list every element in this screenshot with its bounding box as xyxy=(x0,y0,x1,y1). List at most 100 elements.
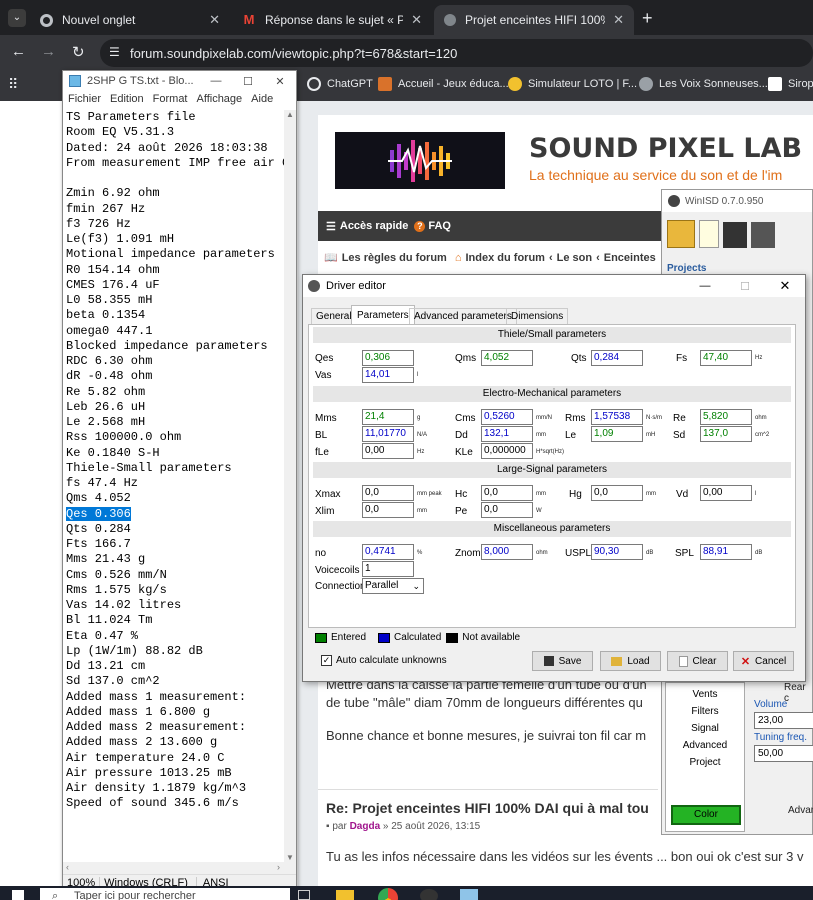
vertical-scrollbar[interactable]: ▲ ▼ xyxy=(284,110,296,862)
menu-aide[interactable]: Aide xyxy=(251,93,273,105)
notepad-taskbar-icon[interactable] xyxy=(460,889,478,900)
bookmark-item[interactable]: Accueil - Jeux éduca... xyxy=(378,77,509,91)
browser-tab-active[interactable]: Projet enceintes HIFI 100% DAI ✕ xyxy=(434,5,634,35)
text-line[interactable]: RDC 6.30 ohm xyxy=(66,354,285,369)
connection-select[interactable]: Parallel ⌄ xyxy=(362,578,424,594)
qms-field[interactable]: 4,052 xyxy=(481,350,533,366)
kle-field[interactable]: 0,000000 xyxy=(481,443,533,459)
tab-dimensions[interactable]: Dimensions xyxy=(506,308,569,324)
close-icon[interactable]: ✕ xyxy=(765,278,805,294)
nav-filters[interactable]: Filters xyxy=(666,706,744,717)
dd-field[interactable]: 132,1 xyxy=(481,426,533,442)
save-icon[interactable] xyxy=(723,222,747,248)
xmax-field[interactable]: 0,0 xyxy=(362,485,414,501)
file-explorer-icon[interactable] xyxy=(336,890,354,900)
vas-field[interactable]: 14,01 xyxy=(362,367,414,383)
text-line[interactable]: Qes 0.306 xyxy=(66,506,285,522)
text-line[interactable]: Rss 100000.0 ohm xyxy=(66,430,285,445)
color-button[interactable]: Color xyxy=(671,805,741,825)
bookmark-item[interactable]: Simulateur LOTO | F... xyxy=(508,77,637,91)
text-line[interactable]: Added mass 2 measurement: xyxy=(66,720,285,735)
text-line[interactable]: R0 154.14 ohm xyxy=(66,263,285,278)
minimize-icon[interactable]: — xyxy=(685,280,725,292)
text-line[interactable] xyxy=(66,171,285,186)
site-logo[interactable] xyxy=(335,132,505,189)
text-line[interactable]: Re 5.82 ohm xyxy=(66,385,285,400)
text-line[interactable]: TS Parameters file xyxy=(66,110,285,125)
close-icon[interactable]: ✕ xyxy=(411,12,422,28)
bookmark-item[interactable]: ChatGPT xyxy=(307,77,373,91)
apps-icon[interactable]: ⠿ xyxy=(8,76,18,93)
minimize-icon[interactable]: — xyxy=(200,75,232,87)
rms-field[interactable]: 1,57538 xyxy=(591,409,643,425)
close-icon[interactable]: ✕ xyxy=(613,12,624,28)
hg-field[interactable]: 0,0 xyxy=(591,485,643,501)
text-line[interactable]: Speed of sound 345.6 m/s xyxy=(66,796,285,811)
text-line[interactable]: Ke 0.1840 S-H xyxy=(66,446,285,461)
text-line[interactable]: Room EQ V5.31.3 xyxy=(66,125,285,140)
text-line[interactable]: L0 58.355 mH xyxy=(66,293,285,308)
taskbar-search[interactable]: ⌕ Taper ici pour rechercher xyxy=(40,888,290,900)
text-line[interactable]: From measurement IMP free air G xyxy=(66,156,285,171)
auto-calc-checkbox[interactable]: ✓ xyxy=(321,655,332,666)
text-line[interactable]: f3 726 Hz xyxy=(66,217,285,232)
save-button[interactable]: Save xyxy=(532,651,593,671)
text-line[interactable]: Dated: 24 août 2026 18:03:38 xyxy=(66,141,285,156)
vd-field[interactable]: 0,00 xyxy=(700,485,752,501)
breadcrumb-link[interactable]: Le son xyxy=(557,252,592,264)
open-folder-icon[interactable] xyxy=(667,220,695,248)
text-line[interactable]: Air density 1.1879 kg/m^3 xyxy=(66,781,285,796)
address-bar[interactable]: ☰ forum.soundpixelab.com/viewtopic.php?t… xyxy=(100,39,813,67)
reload-icon[interactable]: ↻ xyxy=(72,43,85,61)
load-button[interactable]: Load xyxy=(600,651,661,671)
notepad-text-area[interactable]: TS Parameters file Room EQ V5.31.3 Dated: … xyxy=(63,110,285,862)
text-line[interactable]: Le 2.568 mH xyxy=(66,415,285,430)
text-line[interactable]: Le(f3) 1.091 mH xyxy=(66,232,285,247)
text-line[interactable]: Rms 1.575 kg/s xyxy=(66,583,285,598)
breadcrumb-link[interactable]: Enceintes xyxy=(604,252,656,264)
maximize-icon[interactable]: ☐ xyxy=(232,75,264,88)
nav-vents[interactable]: Vents xyxy=(666,689,744,700)
text-line[interactable]: CMES 176.4 uF xyxy=(66,278,285,293)
breadcrumb-link[interactable]: Les règles du forum xyxy=(342,252,447,264)
scroll-right-icon[interactable]: › xyxy=(277,862,280,872)
new-file-icon[interactable] xyxy=(699,220,719,248)
text-line[interactable]: fmin 267 Hz xyxy=(66,202,285,217)
text-line[interactable]: Added mass 2 13.600 g xyxy=(66,735,285,750)
text-line[interactable]: Mms 21.43 g xyxy=(66,552,285,567)
scroll-left-icon[interactable]: ‹ xyxy=(66,862,69,872)
text-line[interactable]: Air temperature 24.0 C xyxy=(66,751,285,766)
re-field[interactable]: 5,820 xyxy=(700,409,752,425)
tab-parameters[interactable]: Parameters xyxy=(351,305,415,325)
tuning-field[interactable]: 50,00 xyxy=(754,745,813,762)
site-info-icon[interactable]: ☰ xyxy=(109,45,120,59)
scroll-down-icon[interactable]: ▼ xyxy=(286,853,294,862)
mms-field[interactable]: 21,4 xyxy=(362,409,414,425)
text-line[interactable]: omega0 447.1 xyxy=(66,324,285,339)
text-line[interactable]: Sd 137.0 cm^2 xyxy=(66,674,285,689)
text-line[interactable]: Leb 26.6 uH xyxy=(66,400,285,415)
reply-author[interactable]: Dagda xyxy=(350,821,381,832)
nav-advanced[interactable]: Advanced xyxy=(666,740,744,751)
edit-icon[interactable] xyxy=(751,222,775,248)
pe-field[interactable]: 0,0 xyxy=(481,502,533,518)
tab-general[interactable]: General xyxy=(311,308,357,324)
text-line[interactable]: Lp (1W/1m) 88.82 dB xyxy=(66,644,285,659)
xlim-field[interactable]: 0,0 xyxy=(362,502,414,518)
text-line[interactable]: Qms 4.052 xyxy=(66,491,285,506)
menu-format[interactable]: Format xyxy=(153,93,188,105)
cancel-button[interactable]: ✕ Cancel xyxy=(733,651,794,671)
auto-calc-checkbox-row[interactable]: ✓ Auto calculate unknowns xyxy=(321,655,447,666)
text-line[interactable]: Air pressure 1013.25 mB xyxy=(66,766,285,781)
qes-field[interactable]: 0,306 xyxy=(362,350,414,366)
bookmark-item[interactable]: Sirop xyxy=(768,77,813,91)
voicecoils-field[interactable]: 1 xyxy=(362,561,414,577)
no-field[interactable]: 0,4741 xyxy=(362,544,414,560)
text-line[interactable]: Thiele-Small parameters xyxy=(66,461,285,476)
reply-title[interactable]: Re: Projet enceintes HIFI 100% DAI qui à… xyxy=(326,800,649,816)
text-line[interactable]: Vas 14.02 litres xyxy=(66,598,285,613)
browser-tab[interactable]: Nouvel onglet ✕ xyxy=(30,5,230,35)
bookmark-item[interactable]: Les Voix Sonneuses... xyxy=(639,77,768,91)
sd-field[interactable]: 137,0 xyxy=(700,426,752,442)
spl-field[interactable]: 88,91 xyxy=(700,544,752,560)
